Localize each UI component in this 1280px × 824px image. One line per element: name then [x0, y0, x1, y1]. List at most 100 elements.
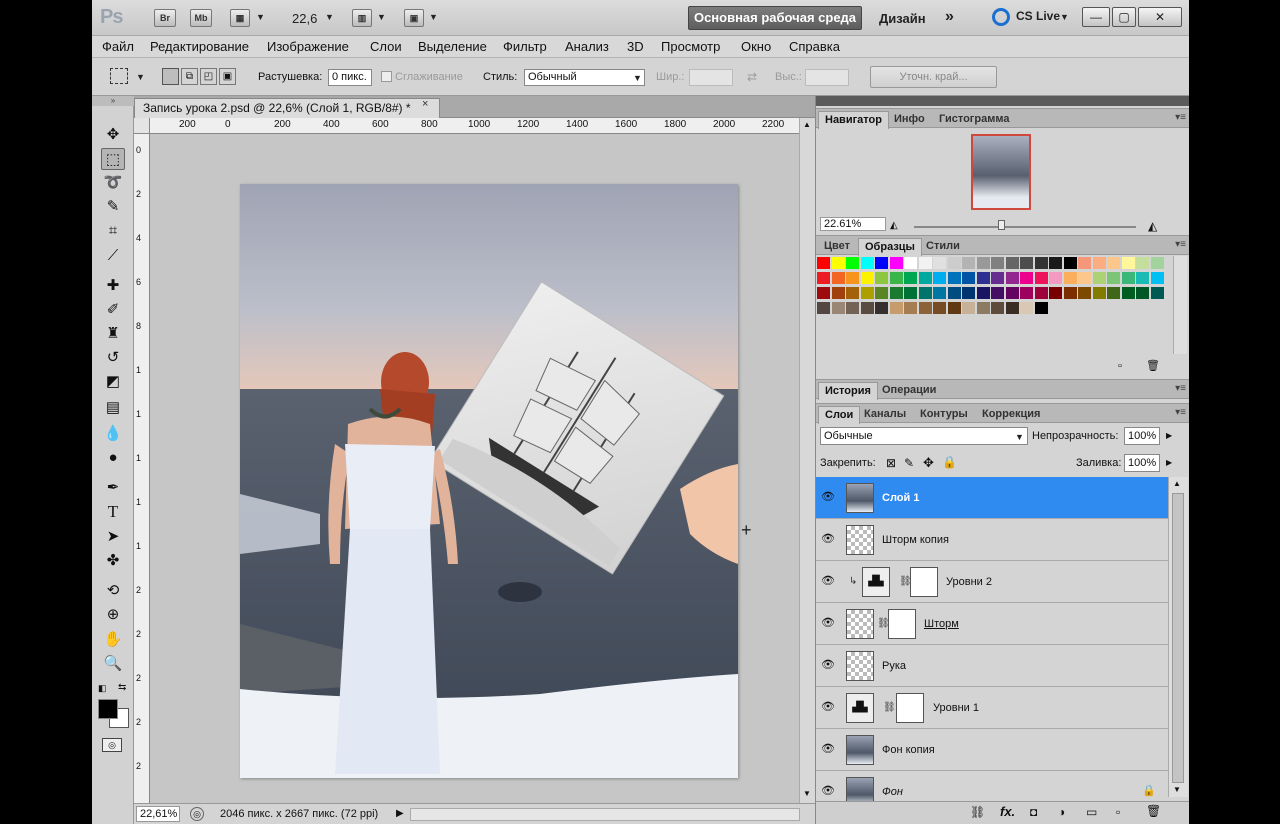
ruler-origin[interactable] — [134, 118, 150, 134]
color-swatch[interactable] — [1107, 287, 1120, 299]
color-swatch[interactable] — [947, 302, 961, 314]
layer-row[interactable]: 👁 Слой 1 — [816, 477, 1168, 519]
color-swatch[interactable] — [1005, 257, 1019, 269]
marquee-tool-preset-icon[interactable] — [110, 68, 128, 84]
color-swatch[interactable] — [976, 257, 990, 269]
color-swatch[interactable] — [831, 272, 845, 284]
visibility-eye-icon[interactable]: 👁 — [821, 575, 835, 587]
menu-file[interactable]: Файл — [102, 39, 134, 54]
color-swatch[interactable] — [1078, 272, 1091, 284]
scroll-down-icon[interactable]: ▼ — [803, 789, 811, 798]
color-swatch[interactable] — [1150, 257, 1164, 269]
color-swatch[interactable] — [947, 272, 961, 284]
color-swatch[interactable] — [1034, 257, 1048, 269]
color-swatch[interactable] — [991, 287, 1004, 299]
color-swatch[interactable] — [918, 302, 932, 314]
arrange-documents-icon[interactable]: ▥ — [352, 9, 372, 27]
add-mask-icon[interactable]: ◘ — [1030, 805, 1037, 819]
color-swatch[interactable] — [875, 287, 888, 299]
tab-navigator[interactable]: Навигатор — [818, 111, 889, 129]
3d-orbit-icon[interactable]: ⊕ — [101, 604, 125, 626]
close-window-button[interactable]: ✕ — [1138, 7, 1182, 27]
color-swatch[interactable] — [889, 287, 903, 299]
color-swatch[interactable] — [991, 302, 1004, 314]
color-swatch[interactable] — [962, 257, 975, 269]
new-selection-icon[interactable] — [162, 68, 179, 85]
tab-styles[interactable]: Стили — [920, 238, 966, 256]
scroll-thumb[interactable] — [1172, 493, 1184, 783]
foreground-color-swatch[interactable] — [98, 699, 118, 719]
color-swatch[interactable] — [1063, 257, 1077, 269]
delete-layer-icon[interactable]: 🗑 — [1146, 804, 1161, 818]
color-swatch[interactable] — [817, 302, 830, 314]
new-swatch-icon[interactable]: ▫ — [1118, 360, 1122, 372]
clone-stamp-icon[interactable]: ♜ — [101, 323, 125, 345]
minimize-button[interactable]: — — [1082, 7, 1110, 27]
zoom-out-icon[interactable]: ◭ — [890, 220, 898, 231]
canvas-pasteboard[interactable]: + — [150, 134, 799, 803]
add-selection-icon[interactable]: ⧉ — [181, 68, 198, 85]
color-swatch[interactable] — [1063, 272, 1077, 284]
lock-all-icon[interactable]: 🔒 — [942, 455, 957, 469]
zoom-slider-thumb[interactable] — [998, 220, 1005, 230]
color-swatch[interactable] — [860, 257, 874, 269]
menu-image[interactable]: Изображение — [267, 39, 349, 54]
opacity-slider-icon[interactable]: ▶ — [1166, 431, 1172, 440]
path-selection-icon[interactable]: ➤ — [101, 526, 125, 548]
tool-preset-dropdown-icon[interactable]: ▼ — [136, 72, 145, 82]
visibility-eye-icon[interactable]: 👁 — [821, 659, 835, 671]
color-swatch[interactable] — [831, 287, 845, 299]
color-swatch[interactable] — [1034, 272, 1048, 284]
tab-color[interactable]: Цвет — [818, 238, 856, 256]
menu-layer[interactable]: Слои — [370, 39, 402, 54]
color-swatch[interactable] — [1136, 272, 1149, 284]
tab-actions[interactable]: Операции — [876, 382, 942, 400]
color-swatch[interactable] — [875, 272, 888, 284]
visibility-eye-icon[interactable]: 👁 — [821, 743, 835, 755]
color-swatch[interactable] — [1121, 257, 1135, 269]
color-swatch[interactable] — [933, 287, 946, 299]
chevron-down-icon[interactable]: ▼ — [256, 12, 265, 22]
color-swatch[interactable] — [904, 257, 917, 269]
color-swatch[interactable] — [1020, 272, 1033, 284]
fill-slider-icon[interactable]: ▶ — [1166, 458, 1172, 467]
color-swatch[interactable] — [846, 302, 859, 314]
style-dropdown-icon[interactable]: ▼ — [633, 73, 642, 83]
color-swatch[interactable] — [918, 257, 932, 269]
color-swatch[interactable] — [817, 287, 830, 299]
tab-info[interactable]: Инфо — [888, 111, 931, 129]
navigator-preview[interactable] — [971, 134, 1031, 210]
tab-history[interactable]: История — [818, 382, 878, 400]
menu-view[interactable]: Просмотр — [661, 39, 720, 54]
navigator-zoom-input[interactable]: 22.61% — [820, 217, 886, 231]
layer-row[interactable]: 👁 ⛓ Шторм — [816, 603, 1168, 645]
color-swatch[interactable] — [918, 287, 932, 299]
color-swatch[interactable] — [831, 302, 845, 314]
tab-paths[interactable]: Контуры — [914, 406, 974, 424]
tab-adjustments[interactable]: Коррекция — [976, 406, 1046, 424]
color-swatch[interactable] — [962, 302, 975, 314]
panel-menu-icon[interactable]: ▾≡ — [1175, 239, 1186, 250]
swap-dimensions-icon[interactable]: ⇄ — [747, 70, 757, 84]
subtract-selection-icon[interactable]: ◰ — [200, 68, 217, 85]
status-menu-arrow-icon[interactable]: ▶ — [396, 808, 404, 819]
brush-tool-icon[interactable]: ✐ — [101, 299, 125, 321]
color-swatch[interactable] — [1136, 287, 1149, 299]
color-swatch[interactable] — [976, 272, 990, 284]
color-swatch[interactable] — [933, 272, 946, 284]
color-swatch[interactable] — [889, 302, 903, 314]
color-swatch[interactable] — [1049, 272, 1062, 284]
color-swatch[interactable] — [962, 287, 975, 299]
zoom-in-icon[interactable]: ◭ — [1148, 219, 1157, 233]
screen-mode-dropdown-icon[interactable]: ▼ — [429, 12, 438, 22]
crop-tool-icon[interactable]: ⌗ — [101, 220, 125, 242]
panel-menu-icon[interactable]: ▾≡ — [1175, 407, 1186, 418]
new-group-icon[interactable]: ▭ — [1086, 805, 1097, 819]
layer-row[interactable]: 👁 Фон копия — [816, 729, 1168, 771]
menu-3d[interactable]: 3D — [627, 39, 644, 54]
color-swatch[interactable] — [1063, 287, 1077, 299]
link-chain-icon[interactable]: ⛓ — [883, 702, 896, 713]
color-swatch[interactable] — [991, 272, 1004, 284]
color-swatch[interactable] — [947, 287, 961, 299]
color-swatch[interactable] — [1092, 287, 1106, 299]
